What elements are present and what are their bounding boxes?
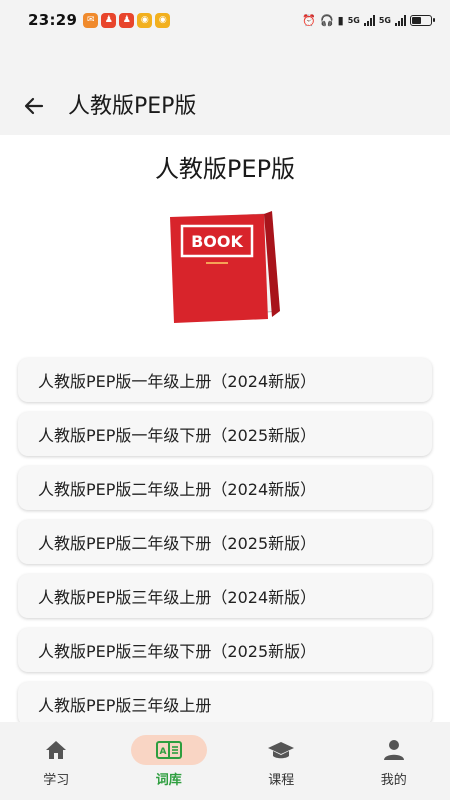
book-list-item[interactable]: 人教版PEP版三年级下册（2025新版） [18, 628, 432, 672]
svg-text:A: A [159, 747, 166, 757]
battery-icon [410, 14, 435, 26]
system-icons: ⏰ 🎧 ▮ 5G 5G [302, 13, 435, 27]
nav-label: 词库 [155, 773, 182, 788]
graduation-cap-icon [261, 735, 301, 765]
nav-tab-wordbook[interactable]: A 词库 [113, 722, 226, 800]
book-title: 人教版PEP版二年级下册（2025新版） [38, 534, 317, 553]
app-notification-icon: ♟ [119, 12, 135, 28]
book-title: 人教版PEP版一年级上册（2024新版） [38, 372, 317, 391]
alarm-icon: ⏰ [302, 13, 316, 27]
book-illustration: BOOK [170, 211, 280, 323]
book-title: 人教版PEP版三年级下册（2025新版） [38, 642, 317, 661]
nav-tab-course[interactable]: 课程 [225, 722, 338, 800]
nav-tab-profile[interactable]: 我的 [338, 722, 450, 800]
nav-label: 我的 [380, 773, 407, 788]
book-title: 人教版PEP版二年级上册（2024新版） [38, 480, 317, 499]
battery-saver-icon: ▮ [337, 13, 344, 27]
weibo-icon: ◉ [155, 12, 171, 28]
book-cover-text: BOOK [191, 232, 243, 251]
network-type-label: 5G [347, 15, 360, 25]
book-list-item[interactable]: 人教版PEP版三年级上册 [18, 682, 432, 722]
main-content[interactable]: 人教版PEP版 BOOK 人教版PEP版一年级上册（2024新版） 人教版PEP… [0, 135, 450, 722]
page-heading: 人教版PEP版 [154, 155, 296, 183]
header-title: 人教版PEP版 [68, 94, 197, 119]
app-header: 人教版PEP版 [0, 40, 450, 135]
home-icon [36, 735, 76, 765]
book-list-item[interactable]: 人教版PEP版二年级下册（2025新版） [18, 520, 432, 564]
book-list-item[interactable]: 人教版PEP版三年级上册（2024新版） [18, 574, 432, 618]
network-type-label: 5G [378, 15, 391, 25]
book-list: 人教版PEP版一年级上册（2024新版） 人教版PEP版一年级下册（2025新版… [18, 358, 432, 722]
notification-icons: ✉ ♟ ♟ ◉ ◉ [83, 12, 171, 28]
status-time: 23:29 [28, 11, 78, 29]
wordbook-icon: A [130, 735, 207, 765]
headphones-icon: 🎧 [319, 13, 334, 27]
book-list-item[interactable]: 人教版PEP版一年级下册（2025新版） [18, 412, 432, 456]
weibo-icon: ◉ [137, 12, 153, 28]
app-notification-icon: ✉ [83, 12, 99, 28]
book-list-item[interactable]: 人教版PEP版一年级上册（2024新版） [18, 358, 432, 402]
person-icon [374, 735, 414, 765]
nav-tab-study[interactable]: 学习 [0, 722, 113, 800]
back-arrow-icon[interactable] [22, 94, 46, 118]
book-list-item[interactable]: 人教版PEP版二年级上册（2024新版） [18, 466, 432, 510]
status-bar: 23:29 ✉ ♟ ♟ ◉ ◉ ⏰ 🎧 ▮ 5G 5G [0, 0, 450, 40]
app-notification-icon: ♟ [101, 12, 117, 28]
bottom-nav: 学习 A 词库 课程 我的 [0, 722, 450, 800]
book-title: 人教版PEP版三年级上册 [38, 696, 212, 715]
book-title: 人教版PEP版三年级上册（2024新版） [38, 588, 317, 607]
book-title: 人教版PEP版一年级下册（2025新版） [38, 426, 317, 445]
nav-label: 课程 [268, 773, 295, 788]
signal-icon [395, 14, 406, 26]
signal-icon [363, 14, 375, 26]
nav-label: 学习 [43, 773, 70, 788]
